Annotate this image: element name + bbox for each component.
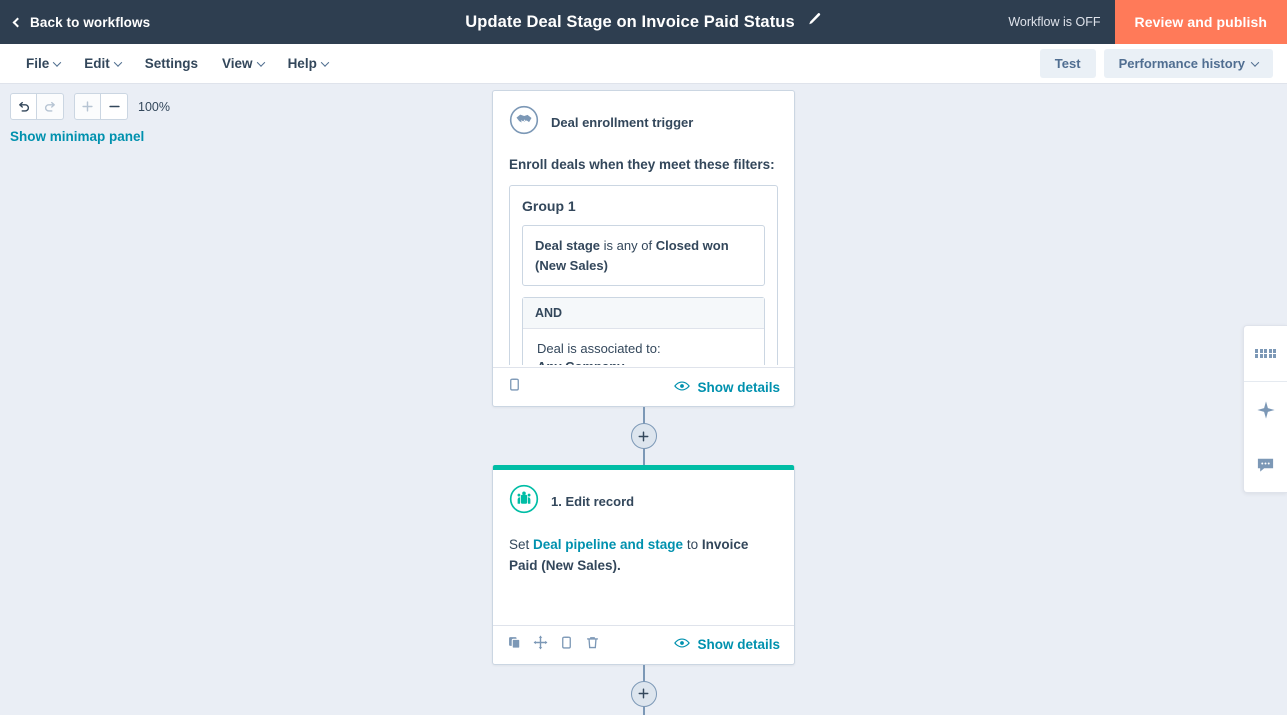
trigger-show-details-button[interactable]: Show details <box>674 380 780 395</box>
menu-item-settings[interactable]: Settings <box>133 50 210 77</box>
menu-bar-right: Test Performance history <box>1039 49 1273 78</box>
eye-icon <box>674 637 691 652</box>
association-value: Any Company <box>537 359 750 365</box>
undo-icon[interactable] <box>10 93 37 120</box>
back-to-workflows-label: Back to workflows <box>30 14 151 30</box>
trigger-card-title: Deal enrollment trigger <box>551 115 694 130</box>
menu-item-view[interactable]: View <box>210 50 276 77</box>
apps-grid-icon[interactable] <box>1244 326 1287 381</box>
filter-property: Deal stage <box>535 238 601 253</box>
chevron-down-icon <box>53 57 62 67</box>
menu-bar: File Edit Settings View Help Test Perfor… <box>0 44 1287 84</box>
contacts-icon <box>509 484 539 519</box>
chevron-down-icon <box>320 57 330 67</box>
workflow-canvas[interactable]: 100% Show minimap panel Deal enrollment … <box>0 84 1287 715</box>
test-button[interactable]: Test <box>1039 49 1096 78</box>
menu-item-edit-label: Edit <box>84 56 110 71</box>
filter-association-body[interactable]: Deal is associated to: Any Company <box>523 329 764 365</box>
trigger-card-body: Deal enrollment trigger Enroll deals whe… <box>493 91 794 365</box>
action-card-title: 1. Edit record <box>551 494 635 509</box>
action-property-link[interactable]: Deal pipeline and stage <box>533 537 683 552</box>
menu-item-file-label: File <box>26 56 50 71</box>
review-and-publish-button[interactable]: Review and publish <box>1114 0 1287 44</box>
connector-2 <box>492 664 795 715</box>
action-card-description: Set Deal pipeline and stage to Invoice P… <box>509 535 778 577</box>
action-card-spacer <box>493 577 794 623</box>
workflow-flow-column: Deal enrollment trigger Enroll deals whe… <box>492 90 795 715</box>
action-text-prefix: Set <box>509 537 534 552</box>
zoom-in-button[interactable] <box>74 93 101 120</box>
chevron-down-icon <box>256 57 265 67</box>
trigger-card-header: Deal enrollment trigger <box>509 105 778 140</box>
clipboard-icon[interactable] <box>559 635 574 655</box>
filter-operator: is any of <box>603 238 653 253</box>
zoom-out-button[interactable] <box>101 93 128 120</box>
undo-redo-group <box>10 93 64 120</box>
trigger-filters-scroll-area[interactable]: Group 1 Deal stage is any of Closed won … <box>509 185 778 365</box>
add-action-button-2[interactable] <box>630 680 657 707</box>
filter-group-title: Group 1 <box>522 198 576 214</box>
menu-item-file[interactable]: File <box>14 50 72 77</box>
trigger-card[interactable]: Deal enrollment trigger Enroll deals whe… <box>492 90 795 407</box>
trigger-footer-icons <box>507 377 522 397</box>
connector-1 <box>492 407 795 465</box>
filter-and-label: AND <box>523 298 764 329</box>
top-bar-right: Workflow is OFF Review and publish <box>1008 0 1287 44</box>
zoom-controls-row: 100% <box>10 93 170 120</box>
handshake-icon <box>509 105 539 140</box>
menu-item-view-label: View <box>222 56 253 71</box>
move-icon[interactable] <box>533 635 548 655</box>
status-badge: Workflow is OFF <box>1008 15 1101 29</box>
trigger-show-details-label: Show details <box>697 379 780 395</box>
action-show-details-label: Show details <box>697 637 780 653</box>
filter-condition-row[interactable]: Deal stage is any of Closed won (New Sal… <box>522 225 765 286</box>
page-title: Update Deal Stage on Invoice Paid Status <box>465 12 795 31</box>
action-card-footer: Show details <box>493 624 794 664</box>
trigger-card-footer: Show details <box>493 367 794 406</box>
chat-bubble-icon[interactable] <box>1244 437 1287 492</box>
pencil-icon[interactable] <box>807 12 822 32</box>
clipboard-icon[interactable] <box>507 377 522 397</box>
zoom-group <box>74 93 128 120</box>
filter-group-1: Group 1 Deal stage is any of Closed won … <box>509 185 778 365</box>
right-tool-rail <box>1243 325 1287 493</box>
action-text-middle: to <box>683 537 702 552</box>
eye-icon <box>674 380 691 395</box>
zoom-level-label: 100% <box>138 99 170 114</box>
action-show-details-button[interactable]: Show details <box>674 637 780 652</box>
performance-history-button[interactable]: Performance history <box>1103 49 1273 78</box>
sparkle-ai-icon[interactable] <box>1244 382 1287 437</box>
performance-history-label: Performance history <box>1118 56 1245 71</box>
menu-item-settings-label: Settings <box>144 56 199 71</box>
action-footer-icons <box>507 635 600 655</box>
top-bar: Back to workflows Update Deal Stage on I… <box>0 0 1287 44</box>
trigger-card-prompt: Enroll deals when they meet these filter… <box>509 157 775 172</box>
chevron-left-icon <box>12 17 23 27</box>
chevron-down-icon <box>1250 57 1260 67</box>
menu-item-help[interactable]: Help <box>276 50 340 77</box>
action-card-body: 1. Edit record Set Deal pipeline and sta… <box>493 470 794 577</box>
back-to-workflows-link[interactable]: Back to workflows <box>12 14 151 30</box>
add-action-button-1[interactable] <box>630 423 657 449</box>
chevron-down-icon <box>113 57 123 67</box>
canvas-zoom-tools: 100% Show minimap panel <box>10 93 170 144</box>
association-label: Deal is associated to: <box>537 341 661 356</box>
menu-item-help-label: Help <box>287 56 317 71</box>
trash-icon[interactable] <box>585 635 600 655</box>
action-text-suffix: . <box>617 557 621 573</box>
filter-and-block: AND Deal is associated to: Any Company <box>522 297 765 365</box>
show-minimap-panel-link[interactable]: Show minimap panel <box>10 129 170 144</box>
action-card-edit-record[interactable]: 1. Edit record Set Deal pipeline and sta… <box>492 465 795 665</box>
duplicate-icon[interactable] <box>507 635 522 655</box>
menu-item-edit[interactable]: Edit <box>72 50 133 77</box>
apps-grid-glyph <box>1255 348 1276 359</box>
test-button-label: Test <box>1054 56 1081 71</box>
action-card-header: 1. Edit record <box>509 484 778 519</box>
redo-icon[interactable] <box>37 93 64 120</box>
